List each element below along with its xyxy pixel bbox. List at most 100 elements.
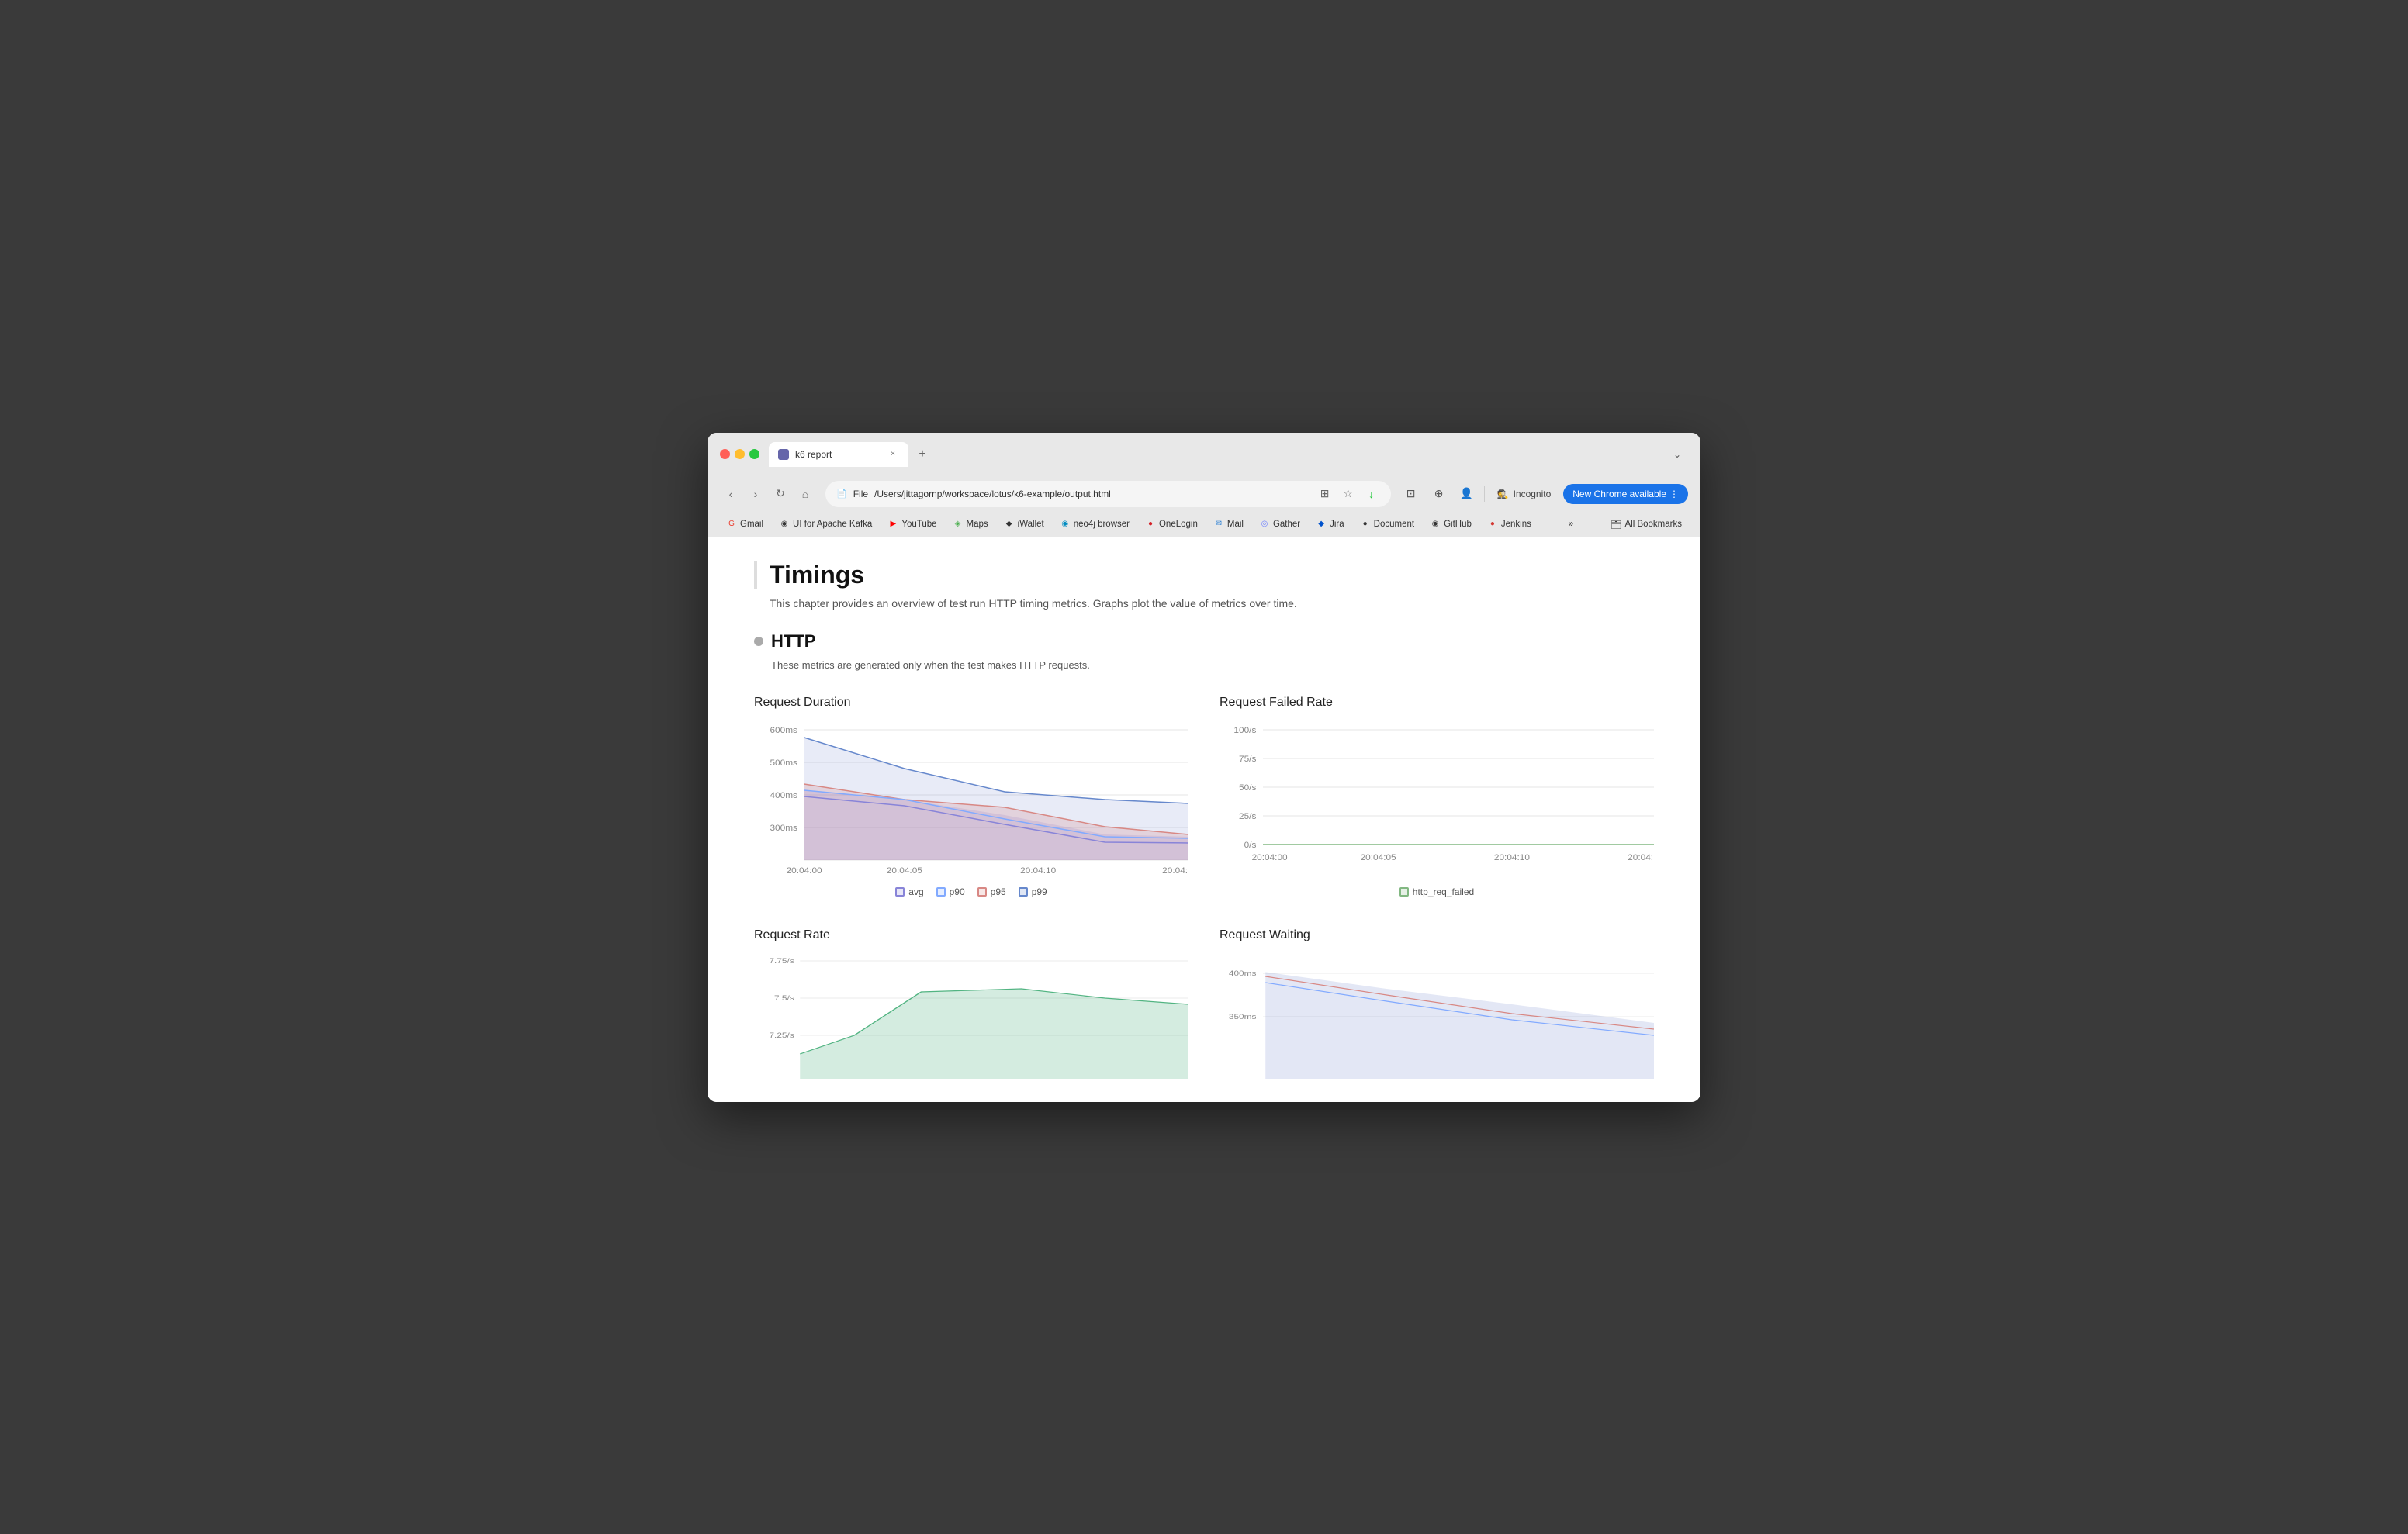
request-failed-rate-svg: 100/s 75/s 50/s 25/s 0/s 20:04:00 20:04:… <box>1220 722 1654 877</box>
active-tab[interactable]: k6 report × <box>769 442 908 467</box>
svg-text:7.5/s: 7.5/s <box>774 995 794 1002</box>
bookmark-gmail[interactable]: G Gmail <box>720 517 770 532</box>
section-desc: These metrics are generated only when th… <box>754 659 1654 671</box>
request-waiting-area: 400ms 350ms <box>1220 955 1654 1079</box>
legend-avg-label: avg <box>908 886 923 897</box>
new-chrome-menu-icon: ⋮ <box>1669 489 1679 499</box>
legend-avg-box <box>895 887 905 897</box>
svg-text:20:04:15: 20:04:15 <box>1162 866 1188 876</box>
forward-button[interactable]: › <box>745 483 766 505</box>
request-rate-area: 7.75/s 7.5/s 7.25/s <box>754 955 1188 1079</box>
request-waiting-title: Request Waiting <box>1220 928 1654 942</box>
bookmark-neo4j[interactable]: ◉ neo4j browser <box>1054 517 1136 532</box>
svg-text:7.25/s: 7.25/s <box>769 1032 794 1039</box>
svg-text:20:04:00: 20:04:00 <box>1252 853 1288 862</box>
bookmarks-bar: G Gmail ◉ UI for Apache Kafka ▶ YouTube … <box>708 513 1700 537</box>
incognito-icon: 🕵 <box>1497 489 1509 499</box>
svg-text:20:04:05: 20:04:05 <box>1361 853 1396 862</box>
reload-button[interactable]: ↻ <box>770 483 791 505</box>
profile-icon[interactable]: 👤 <box>1456 483 1478 505</box>
incognito-button[interactable]: 🕵 Incognito <box>1491 485 1558 503</box>
bookmark-jenkins[interactable]: ● Jenkins <box>1481 517 1538 532</box>
jenkins-icon: ● <box>1487 519 1498 530</box>
request-failed-legend: http_req_failed <box>1220 886 1654 897</box>
extensions-icon[interactable]: ⊕ <box>1428 483 1450 505</box>
github-icon: ◉ <box>1430 519 1441 530</box>
iwallet-icon: ◆ <box>1004 519 1015 530</box>
bookmark-maps[interactable]: ◈ Maps <box>946 517 995 532</box>
all-bookmarks-label: All Bookmarks <box>1624 520 1682 529</box>
bookmark-iwallet[interactable]: ◆ iWallet <box>998 517 1050 532</box>
svg-text:20:04:10: 20:04:10 <box>1494 853 1530 862</box>
window-dropdown[interactable]: ⌄ <box>1666 444 1688 465</box>
request-waiting-svg: 400ms 350ms <box>1220 955 1654 1079</box>
minimize-button[interactable] <box>735 449 745 459</box>
nav-buttons: ‹ › ↻ ⌂ <box>720 483 816 505</box>
bottom-charts-grid: Request Rate 7.75/s 7.5/s 7.25/s <box>754 928 1654 1079</box>
url-bar[interactable]: 📄 File /Users/jittagornp/workspace/lotus… <box>825 481 1391 507</box>
bookmark-youtube-label: YouTube <box>901 520 936 529</box>
divider <box>1484 486 1485 502</box>
bookmarks-more-button[interactable]: » <box>1562 517 1579 531</box>
bookmark-github[interactable]: ◉ GitHub <box>1424 517 1478 532</box>
cast-icon[interactable]: ⊡ <box>1400 483 1422 505</box>
request-rate-title: Request Rate <box>754 928 1188 942</box>
svg-text:500ms: 500ms <box>770 758 797 768</box>
bookmarks-folder-icon: 🗂 <box>1611 519 1622 530</box>
onelogin-icon: ● <box>1145 519 1156 530</box>
legend-http-req-failed-box <box>1399 887 1409 897</box>
bookmark-gather-label: Gather <box>1273 520 1300 529</box>
neo4j-icon: ◉ <box>1060 519 1071 530</box>
legend-p99: p99 <box>1019 886 1047 897</box>
new-tab-button[interactable]: + <box>912 444 933 465</box>
bookmark-youtube[interactable]: ▶ YouTube <box>881 517 943 532</box>
youtube-icon: ▶ <box>887 519 898 530</box>
request-duration-title: Request Duration <box>754 696 1188 710</box>
all-bookmarks-button[interactable]: 🗂 All Bookmarks <box>1604 517 1688 532</box>
svg-text:600ms: 600ms <box>770 726 797 735</box>
request-duration-legend: avg p90 p95 p99 <box>754 886 1188 897</box>
bookmark-icon[interactable]: ☆ <box>1340 485 1357 503</box>
page-subtitle: This chapter provides an overview of tes… <box>754 597 1654 610</box>
url-actions: ⊞ ☆ ↓ <box>1316 485 1380 503</box>
request-failed-rate-title: Request Failed Rate <box>1220 696 1654 710</box>
request-duration-area: 600ms 500ms 400ms 300ms <box>754 722 1188 877</box>
tab-close-button[interactable]: × <box>887 448 899 461</box>
legend-http-req-failed: http_req_failed <box>1399 886 1474 897</box>
maximize-button[interactable] <box>749 449 759 459</box>
legend-p90-box <box>936 887 946 897</box>
request-failed-rate-chart: Request Failed Rate 100/s 75/s 50/s 25/s <box>1220 696 1654 897</box>
legend-avg: avg <box>895 886 923 897</box>
home-button[interactable]: ⌂ <box>794 483 816 505</box>
bookmark-neo4j-label: neo4j browser <box>1074 520 1130 529</box>
svg-text:100/s: 100/s <box>1233 726 1256 735</box>
section-dot <box>754 637 763 646</box>
new-chrome-button[interactable]: New Chrome available ⋮ <box>1563 484 1688 504</box>
maps-icon: ◈ <box>953 519 964 530</box>
close-button[interactable] <box>720 449 730 459</box>
address-bar: ‹ › ↻ ⌂ 📄 File /Users/jittagornp/workspa… <box>708 475 1700 513</box>
legend-p99-box <box>1019 887 1028 897</box>
bookmark-onelogin-label: OneLogin <box>1159 520 1198 529</box>
download-icon[interactable]: ↓ <box>1363 485 1380 503</box>
screen-share-icon[interactable]: ⊞ <box>1316 485 1334 503</box>
bookmark-document[interactable]: ● Document <box>1354 517 1420 532</box>
legend-p95-label: p95 <box>991 886 1006 897</box>
bookmark-gather[interactable]: ◎ Gather <box>1253 517 1306 532</box>
bookmark-kafka[interactable]: ◉ UI for Apache Kafka <box>773 517 878 532</box>
title-bar: k6 report × + ⌄ <box>708 433 1700 475</box>
bookmark-document-label: Document <box>1374 520 1414 529</box>
svg-text:350ms: 350ms <box>1229 1014 1257 1021</box>
svg-text:400ms: 400ms <box>1229 970 1257 977</box>
section-title: HTTP <box>771 631 815 651</box>
bookmark-iwallet-label: iWallet <box>1018 520 1044 529</box>
bookmark-jira[interactable]: ◆ Jira <box>1310 517 1351 532</box>
bookmark-onelogin[interactable]: ● OneLogin <box>1139 517 1204 532</box>
request-waiting-chart: Request Waiting 400ms 350ms <box>1220 928 1654 1079</box>
back-button[interactable]: ‹ <box>720 483 742 505</box>
request-rate-svg: 7.75/s 7.5/s 7.25/s <box>754 955 1188 1079</box>
svg-text:400ms: 400ms <box>770 791 797 800</box>
bookmark-mail[interactable]: ✉ Mail <box>1207 517 1250 532</box>
svg-text:20:04:05: 20:04:05 <box>887 866 922 876</box>
legend-p90-label: p90 <box>950 886 965 897</box>
